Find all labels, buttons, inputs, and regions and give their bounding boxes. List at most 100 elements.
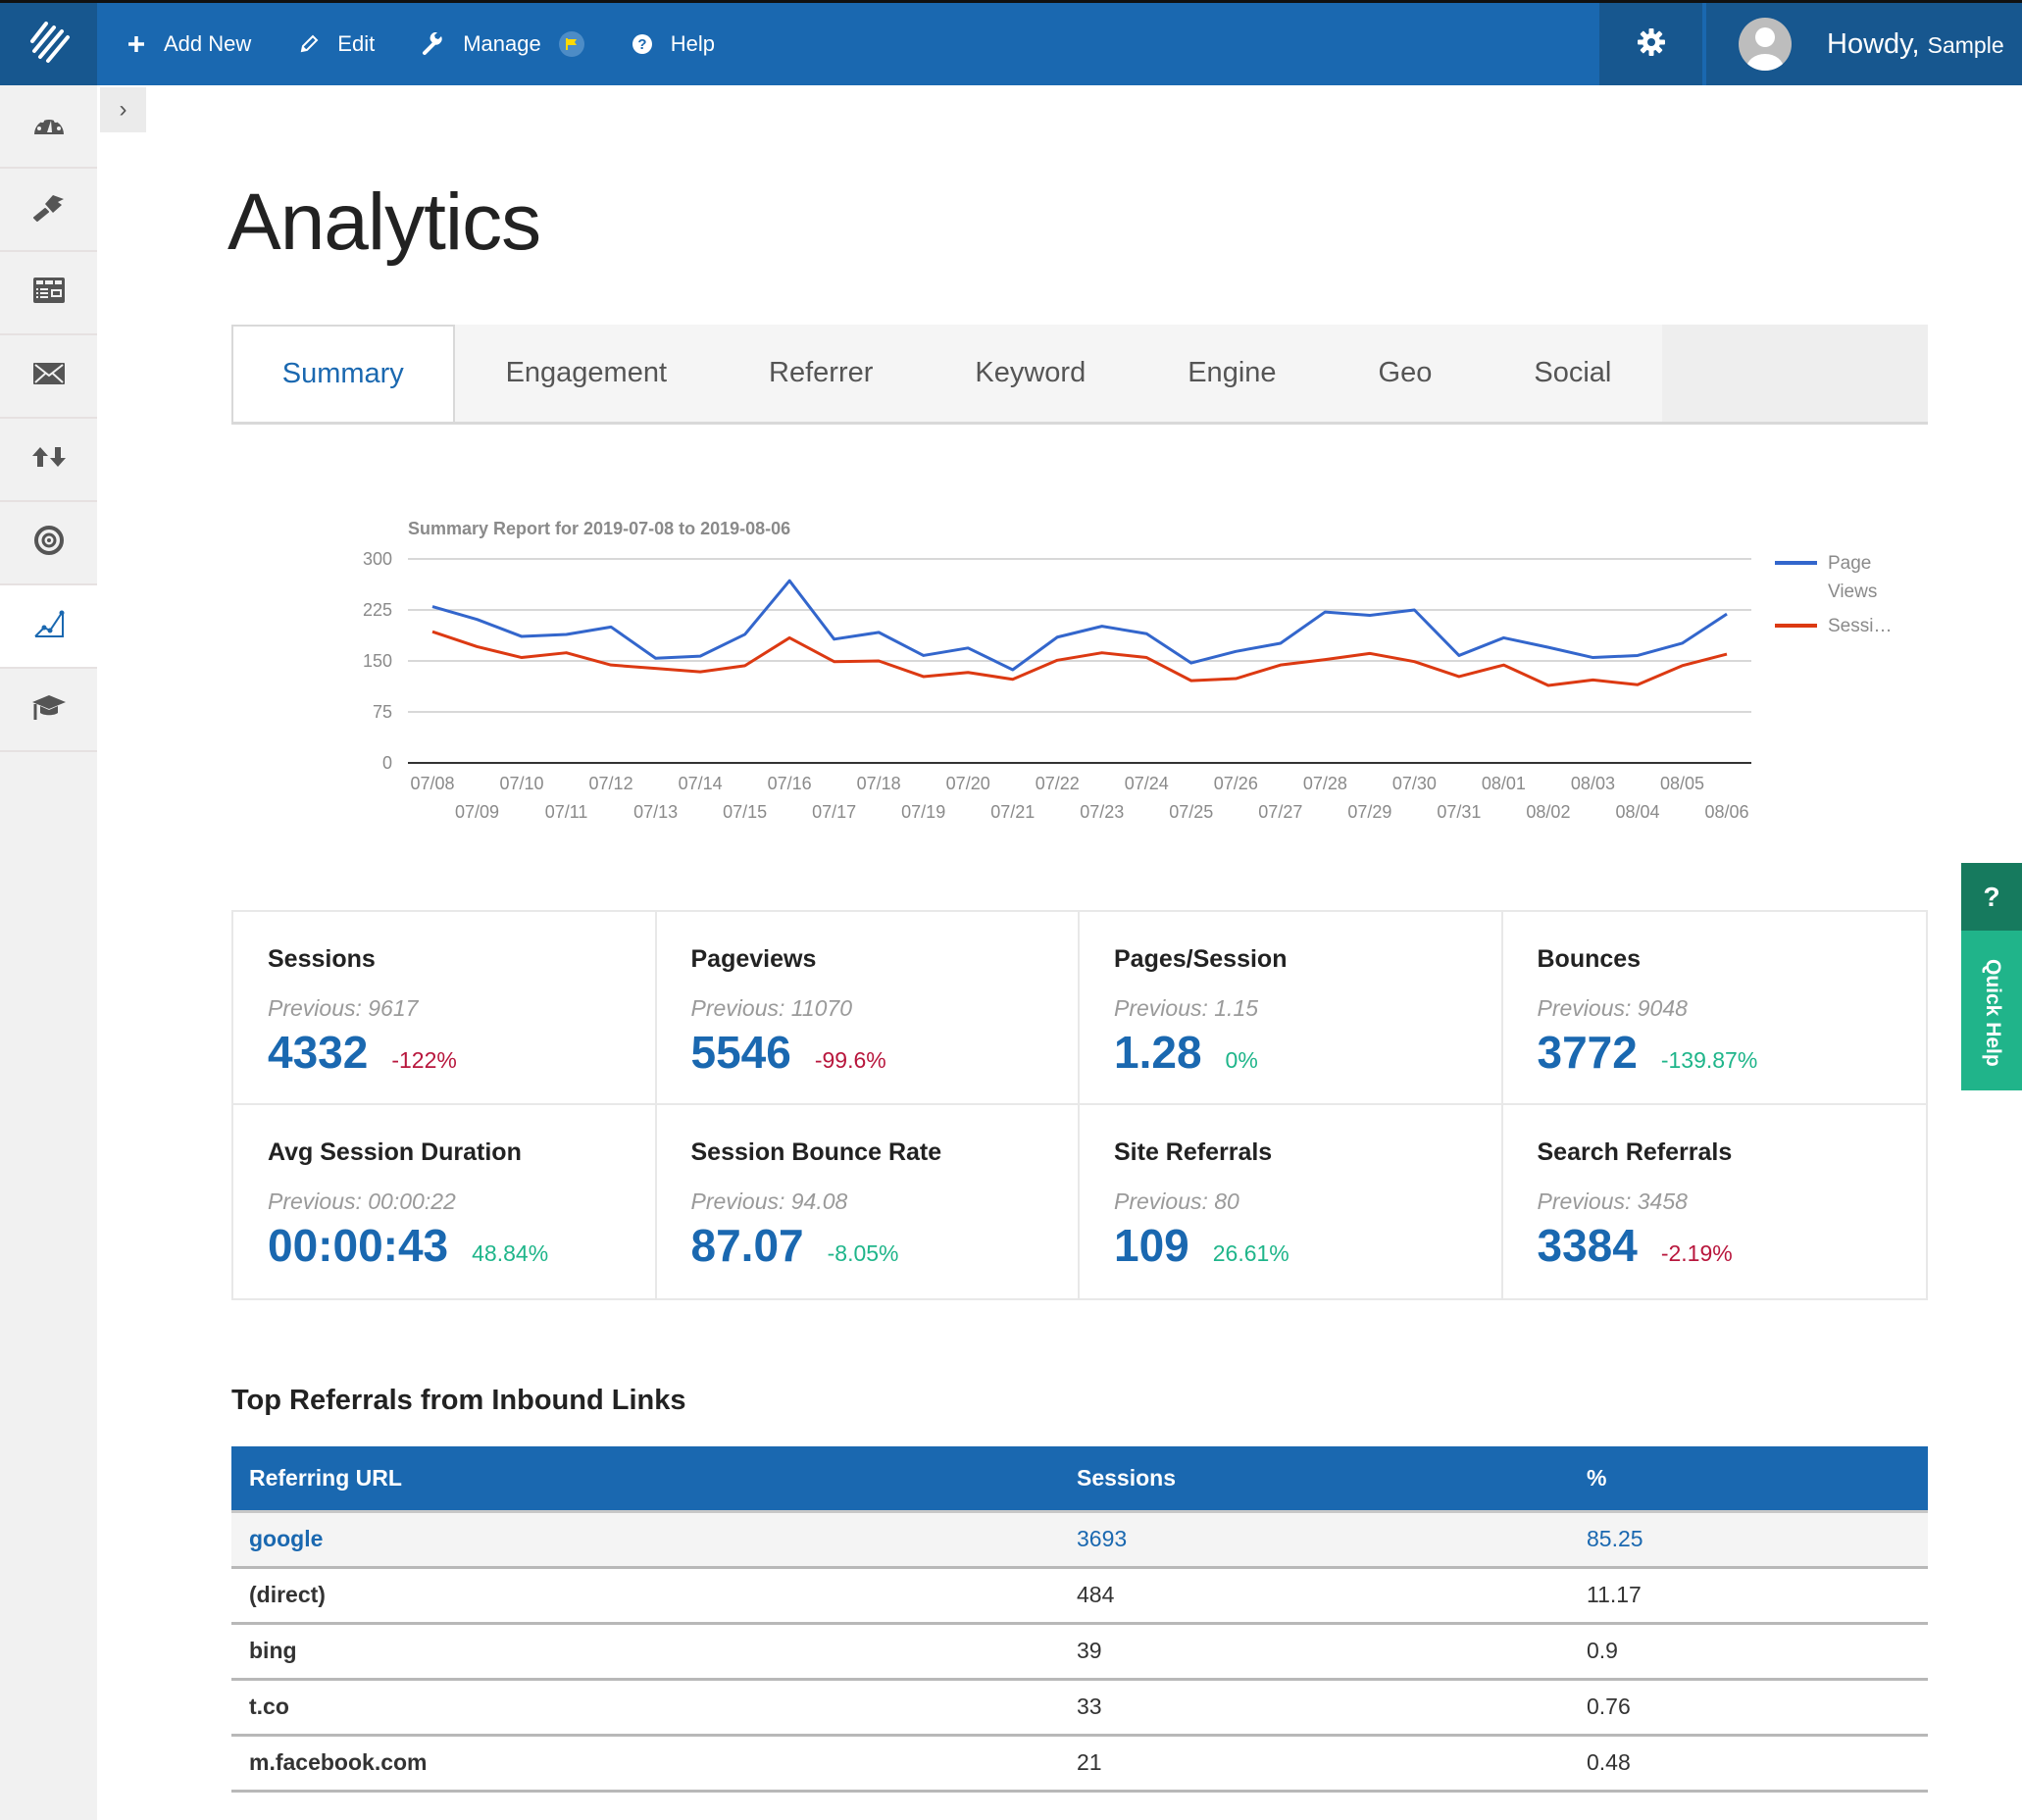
sidebar-item-dashboard[interactable] <box>0 85 97 169</box>
add-new-menu[interactable]: Add New <box>126 31 251 57</box>
x-tick-label: 07/24 <box>1125 774 1169 793</box>
table-row: t.co 33 0.76 <box>231 1679 1928 1737</box>
x-tick-label: 07/22 <box>1036 774 1080 793</box>
stat-change: 0% <box>1225 1047 1258 1073</box>
line-chart-icon <box>33 609 65 643</box>
stat-label: Session Bounce Rate <box>690 1138 942 1166</box>
stat-change: 26.61% <box>1212 1240 1289 1266</box>
sidebar-item-goals[interactable] <box>0 502 97 585</box>
x-tick-label: 07/12 <box>589 774 633 793</box>
x-tick-label: 07/27 <box>1258 802 1302 822</box>
table-row: google 3693 85.25 <box>231 1511 1928 1569</box>
help-menu[interactable]: ? Help <box>632 31 715 57</box>
line-chart: Summary Report for 2019-07-08 to 2019-08… <box>363 519 1893 822</box>
x-tick-label: 08/05 <box>1660 774 1704 793</box>
edit-label: Edit <box>337 31 376 56</box>
x-tick-label: 07/14 <box>679 774 723 793</box>
sidebar-item-analytics[interactable] <box>0 585 97 669</box>
svg-text:?: ? <box>637 36 646 53</box>
stat-value: 3384 <box>1537 1220 1638 1271</box>
page-title: Analytics <box>227 177 541 267</box>
referrer-url: (direct) <box>231 1567 1059 1625</box>
tab-social[interactable]: Social <box>1483 325 1662 422</box>
sidebar-item-design[interactable] <box>0 169 97 252</box>
edit-menu[interactable]: Edit <box>298 31 375 57</box>
x-tick-label: 07/20 <box>946 774 990 793</box>
logo-icon <box>26 20 72 70</box>
summary-chart: Summary Report for 2019-07-08 to 2019-08… <box>324 505 1932 829</box>
stat-value: 4332 <box>268 1027 369 1078</box>
username: Sample <box>1927 31 2004 58</box>
referrer-percent: 11.17 <box>1569 1567 1928 1625</box>
dashboard-gauge-icon <box>32 111 66 141</box>
table-row: m.facebook.com 21 0.48 <box>231 1735 1928 1793</box>
x-tick-label: 07/13 <box>633 802 678 822</box>
stat-change: 48.84% <box>472 1240 549 1266</box>
stat-label: Site Referrals <box>1114 1138 1273 1166</box>
stat-previous: Previous: 00:00:22 <box>268 1188 456 1214</box>
x-tick-label: 07/19 <box>901 802 945 822</box>
settings-button[interactable] <box>1599 3 1702 85</box>
tab-keyword[interactable]: Keyword <box>924 325 1137 422</box>
column-header-sessions[interactable]: Sessions <box>1059 1446 1569 1513</box>
tab-geo[interactable]: Geo <box>1328 325 1484 422</box>
stat-card: Sessions Previous: 9617 4332 -122% <box>233 912 657 1105</box>
stat-change: -99.6% <box>814 1047 886 1073</box>
x-tick-label: 07/28 <box>1303 774 1347 793</box>
stat-card: Avg Session Duration Previous: 00:00:22 … <box>233 1105 657 1298</box>
referrer-url: google <box>231 1511 1059 1569</box>
x-tick-label: 07/30 <box>1392 774 1437 793</box>
question-icon: ? <box>1961 863 2022 931</box>
y-tick-label: 150 <box>363 651 392 671</box>
user-menu[interactable]: Howdy, Sample <box>1706 3 2022 85</box>
referrer-url: bing <box>231 1623 1059 1681</box>
x-tick-label: 07/16 <box>768 774 812 793</box>
paintbrush-icon <box>31 192 67 227</box>
x-tick-label: 07/25 <box>1169 802 1213 822</box>
tab-summary[interactable]: Summary <box>231 325 455 422</box>
sidebar-item-email[interactable] <box>0 335 97 419</box>
table-row: bing 39 0.9 <box>231 1623 1928 1681</box>
stat-value: 87.07 <box>690 1220 804 1271</box>
x-tick-label: 07/31 <box>1437 802 1481 822</box>
stat-value: 3772 <box>1537 1027 1638 1078</box>
quick-help-tab[interactable]: ? Quick Help <box>1961 863 2022 1090</box>
stat-value: 109 <box>1114 1220 1189 1271</box>
referrer-percent: 0.9 <box>1569 1623 1928 1681</box>
stat-value: 1.28 <box>1114 1027 1202 1078</box>
question-icon: ? <box>632 33 653 55</box>
column-header-percent[interactable]: % <box>1569 1446 1928 1513</box>
stat-value: 00:00:43 <box>268 1220 449 1271</box>
x-tick-label: 08/02 <box>1526 802 1570 822</box>
stat-card: Bounces Previous: 9048 3772 -139.87% <box>1502 912 1926 1105</box>
stat-previous: Previous: 9617 <box>268 995 419 1021</box>
manage-menu[interactable]: Manage <box>422 31 584 57</box>
y-tick-label: 225 <box>363 600 392 620</box>
chevron-right-icon: › <box>119 96 127 123</box>
manage-label: Manage <box>463 31 541 56</box>
sidebar-item-import-export[interactable] <box>0 419 97 502</box>
stat-label: Bounces <box>1537 945 1642 973</box>
sidebar-expand-button[interactable]: › <box>100 87 146 132</box>
sidebar-item-layout[interactable] <box>0 252 97 335</box>
legend-label: Sessi… <box>1828 616 1892 636</box>
pencil-icon <box>298 33 320 55</box>
x-tick-label: 07/10 <box>500 774 544 793</box>
notification-badge[interactable] <box>558 31 584 57</box>
flag-icon <box>565 31 579 57</box>
series-line-sessions <box>431 630 1728 687</box>
sidebar-item-learn[interactable] <box>0 669 97 752</box>
referrer-link[interactable]: google <box>249 1526 323 1551</box>
x-tick-label: 08/03 <box>1571 774 1615 793</box>
referrer-url: m.facebook.com <box>231 1735 1059 1793</box>
stat-value: 5546 <box>690 1027 791 1078</box>
legend-label: Page <box>1828 553 1871 574</box>
tab-referrer[interactable]: Referrer <box>718 325 924 422</box>
referrer-sessions: 39 <box>1059 1623 1569 1681</box>
tab-engine[interactable]: Engine <box>1137 325 1327 422</box>
logo[interactable] <box>0 3 97 85</box>
stat-change: -139.87% <box>1660 1047 1758 1073</box>
column-header-url[interactable]: Referring URL <box>231 1446 1059 1513</box>
tab-engagement[interactable]: Engagement <box>455 325 718 422</box>
stat-change: -122% <box>391 1047 457 1073</box>
